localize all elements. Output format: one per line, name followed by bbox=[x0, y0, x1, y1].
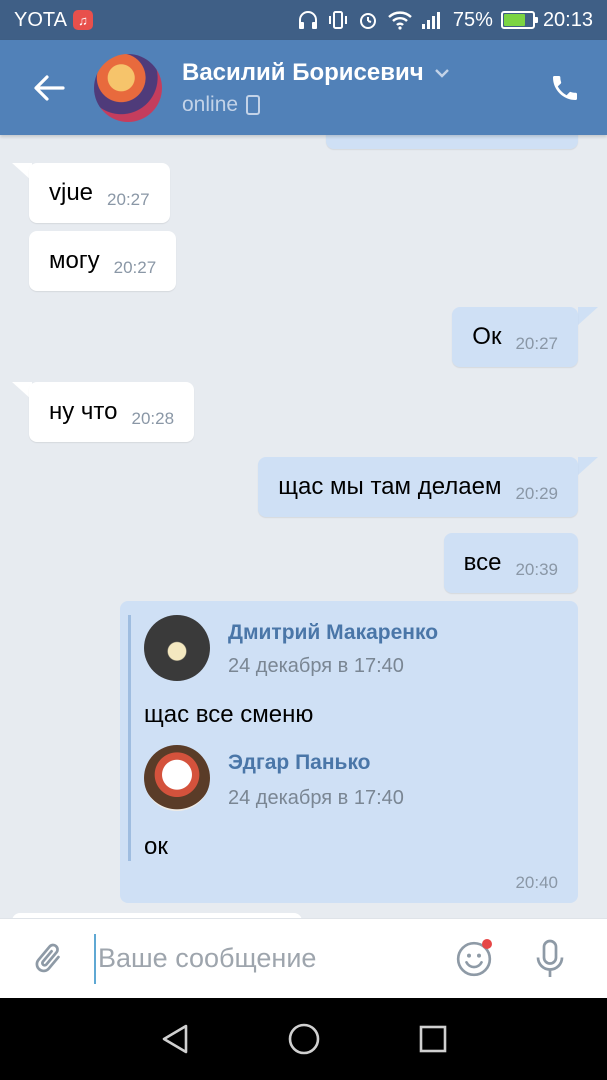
message-time: 20:28 bbox=[131, 409, 175, 428]
forward-author-name[interactable]: Эдгар Панько bbox=[228, 751, 371, 775]
headphones-icon bbox=[298, 11, 317, 29]
contact-name-row[interactable]: Василий Борисевич bbox=[182, 59, 450, 87]
status-icons: 75% 20:13 bbox=[297, 9, 593, 32]
message-time: 20:39 bbox=[515, 560, 558, 579]
message-composer bbox=[0, 918, 607, 998]
emoji-button[interactable] bbox=[450, 935, 498, 983]
forward-text: ок bbox=[144, 833, 168, 860]
message-text: Ок bbox=[472, 323, 502, 350]
microphone-icon bbox=[536, 939, 564, 977]
message-bubble[interactable]: щас мы там делаем 20:29 bbox=[258, 457, 578, 517]
online-status: online bbox=[182, 92, 239, 116]
signal-icon bbox=[421, 12, 440, 29]
bubble-tail bbox=[578, 457, 598, 475]
message-bubble-partial bbox=[326, 135, 578, 149]
nav-home-button[interactable] bbox=[279, 1014, 329, 1064]
forwarded-message-bubble[interactable]: Дмитрий Макаренко 24 декабря в 17:40 щас… bbox=[120, 601, 578, 903]
nav-back-button[interactable] bbox=[150, 1014, 200, 1064]
vibrate-icon bbox=[328, 11, 347, 29]
battery-level bbox=[503, 14, 525, 26]
message-text: vjue bbox=[49, 179, 94, 206]
contact-avatar[interactable] bbox=[94, 53, 162, 122]
alarm-icon bbox=[359, 13, 376, 29]
nav-recents-button[interactable] bbox=[408, 1014, 458, 1064]
status-bar: YOTA ♫ 75% 20:13 bbox=[0, 0, 607, 40]
forward-text: щас все сменю bbox=[144, 701, 314, 728]
chat-header: Василий Борисевич online bbox=[0, 40, 607, 135]
forward-author-avatar[interactable] bbox=[144, 615, 210, 681]
message-bubble[interactable]: ну что 20:28 bbox=[29, 382, 195, 442]
message-text: все bbox=[463, 549, 502, 576]
message-time: 20:29 bbox=[515, 484, 558, 503]
contact-name: Василий Борисевич bbox=[182, 58, 424, 86]
message-bubble[interactable]: vjue 20:27 bbox=[29, 163, 170, 223]
forward-author-name[interactable]: Дмитрий Макаренко bbox=[228, 621, 438, 645]
message-bubble[interactable]: Ок 20:27 bbox=[452, 307, 578, 367]
battery-percent: 75% bbox=[452, 8, 493, 31]
bubble-tail bbox=[578, 307, 598, 325]
message-time: 20:27 bbox=[515, 334, 558, 353]
message-list[interactable]: vjue 20:27 могу 20:27 Ок 20:27 ну что 20… bbox=[0, 135, 607, 918]
chevron-down-icon bbox=[434, 68, 449, 78]
nav-recents-icon bbox=[419, 1025, 446, 1053]
attach-icon bbox=[35, 943, 60, 972]
call-icon bbox=[553, 75, 577, 100]
forward-date: 24 декабря в 17:40 bbox=[228, 655, 404, 677]
forward-date: 24 декабря в 17:40 bbox=[228, 787, 404, 809]
voice-message-button[interactable] bbox=[526, 935, 574, 983]
nav-home-icon bbox=[288, 1023, 319, 1055]
music-notification-icon: ♫ bbox=[72, 10, 93, 30]
clock: 20:13 bbox=[542, 8, 593, 31]
message-text: могу bbox=[49, 247, 100, 274]
mobile-phone-icon bbox=[246, 94, 261, 115]
call-button[interactable] bbox=[545, 68, 585, 108]
back-button[interactable] bbox=[18, 57, 80, 119]
wifi-icon bbox=[388, 11, 412, 30]
nav-back-icon bbox=[162, 1024, 187, 1054]
forward-author-avatar[interactable] bbox=[144, 745, 210, 811]
message-input[interactable] bbox=[94, 933, 434, 984]
message-bubble[interactable]: все 20:39 bbox=[443, 533, 578, 593]
message-text: ну что bbox=[49, 398, 118, 425]
system-navigation-bar bbox=[0, 998, 607, 1080]
message-bubble[interactable]: могу 20:27 bbox=[29, 231, 177, 291]
carrier: YOTA ♫ bbox=[14, 9, 93, 32]
contact-info[interactable]: Василий Борисевич online bbox=[182, 59, 450, 117]
message-text: щас мы там делаем bbox=[278, 473, 502, 500]
carrier-name: YOTA bbox=[14, 8, 67, 31]
contact-status: online bbox=[182, 93, 450, 117]
attach-button[interactable] bbox=[24, 935, 72, 983]
message-time: 20:27 bbox=[113, 258, 157, 277]
new-stickers-dot bbox=[482, 938, 492, 949]
battery-icon bbox=[500, 11, 538, 29]
message-time: 20:27 bbox=[107, 190, 150, 209]
back-arrow-icon bbox=[34, 74, 65, 101]
message-time: 20:40 bbox=[515, 873, 558, 892]
forward-indicator-line bbox=[128, 615, 131, 861]
